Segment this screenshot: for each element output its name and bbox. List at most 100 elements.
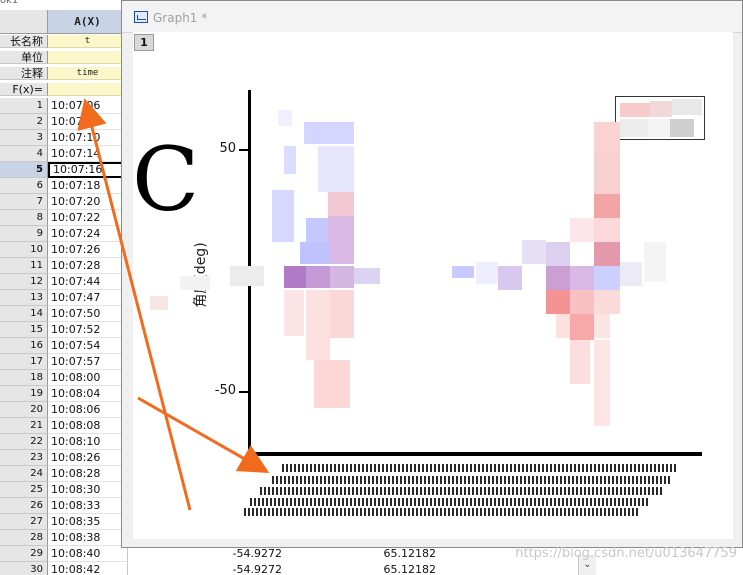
table-row[interactable]: 10 10:07:26 (0, 242, 128, 258)
row-number[interactable]: 9 (0, 226, 48, 242)
cell-time[interactable]: 10:07:16 (48, 162, 128, 178)
x-axis-line[interactable] (248, 452, 702, 456)
cell-time[interactable]: 10:07:28 (48, 258, 128, 274)
cell-time[interactable]: 10:08:42 (48, 562, 128, 575)
meta-value[interactable]: t (48, 35, 128, 48)
table-row[interactable]: 14 10:07:50 (0, 306, 128, 322)
table-row[interactable]: 24 10:08:28 (0, 466, 128, 482)
row-number[interactable]: 6 (0, 178, 48, 194)
cell-time[interactable]: 10:07:06 (48, 98, 128, 114)
cell-time[interactable]: 10:07:08 (48, 114, 128, 130)
row-number[interactable]: 28 (0, 530, 48, 546)
row-number[interactable]: 29 (0, 546, 48, 562)
row-number[interactable]: 24 (0, 466, 48, 482)
table-row[interactable]: 22 10:08:10 (0, 434, 128, 450)
graph-titlebar[interactable]: Graph1 * (122, 1, 742, 33)
table-row[interactable]: 11 10:07:28 (0, 258, 128, 274)
table-row[interactable]: 30 10:08:42 (0, 562, 128, 575)
table-row[interactable]: 20 10:08:06 (0, 402, 128, 418)
table-row[interactable]: 8 10:07:22 (0, 210, 128, 226)
table-row[interactable]: 1 10:07:06 (0, 98, 128, 114)
row-number[interactable]: 21 (0, 418, 48, 434)
cell-time[interactable]: 10:08:38 (48, 530, 128, 546)
row-number[interactable]: 2 (0, 114, 48, 130)
cell-time[interactable]: 10:08:04 (48, 386, 128, 402)
row-number[interactable]: 25 (0, 482, 48, 498)
cell-time[interactable]: 10:07:57 (48, 354, 128, 370)
cell-time[interactable]: 10:08:40 (48, 546, 128, 562)
cell-time[interactable]: 10:07:54 (48, 338, 128, 354)
cell-time[interactable]: 10:08:26 (48, 450, 128, 466)
table-row[interactable]: 17 10:07:57 (0, 354, 128, 370)
table-row[interactable]: 18 10:08:00 (0, 370, 128, 386)
cell-time[interactable]: 10:08:35 (48, 514, 128, 530)
cell-time[interactable]: 10:08:33 (48, 498, 128, 514)
row-number[interactable]: 12 (0, 274, 48, 290)
table-row[interactable]: 5 10:07:16 (0, 162, 128, 178)
y-axis-label[interactable]: 角度(deg) (190, 215, 210, 335)
row-number[interactable]: 30 (0, 562, 48, 575)
row-number[interactable]: 10 (0, 242, 48, 258)
table-row[interactable]: 27 10:08:35 (0, 514, 128, 530)
column-a-header[interactable]: A(X) (48, 10, 128, 34)
cell-time[interactable]: 10:07:50 (48, 306, 128, 322)
row-number[interactable]: 23 (0, 450, 48, 466)
cell-column-c[interactable]: 65.12182 (286, 562, 437, 575)
row-number[interactable]: 26 (0, 498, 48, 514)
table-row[interactable]: 7 10:07:20 (0, 194, 128, 210)
cell-time[interactable]: 10:08:30 (48, 482, 128, 498)
table-row[interactable]: 3 10:07:10 (0, 130, 128, 146)
row-number[interactable]: 4 (0, 146, 48, 162)
cell-time[interactable]: 10:07:26 (48, 242, 128, 258)
table-row[interactable]: 23 10:08:26 (0, 450, 128, 466)
row-number[interactable]: 3 (0, 130, 48, 146)
layer-tab[interactable]: 1 (134, 34, 154, 51)
row-number[interactable]: 13 (0, 290, 48, 306)
row-number[interactable]: 17 (0, 354, 48, 370)
row-number[interactable]: 16 (0, 338, 48, 354)
cell-time[interactable]: 10:08:06 (48, 402, 128, 418)
cell-time[interactable]: 10:08:08 (48, 418, 128, 434)
cell-column-b[interactable]: -54.9272 (132, 546, 282, 562)
table-row[interactable]: 12 10:07:44 (0, 274, 128, 290)
meta-value[interactable] (48, 83, 128, 96)
table-row[interactable]: 16 10:07:54 (0, 338, 128, 354)
row-number[interactable]: 7 (0, 194, 48, 210)
cell-time[interactable]: 10:07:44 (48, 274, 128, 290)
table-row[interactable]: 6 10:07:18 (0, 178, 128, 194)
cell-time[interactable]: 10:08:28 (48, 466, 128, 482)
meta-value[interactable] (48, 51, 128, 64)
row-number[interactable]: 5 (0, 162, 48, 178)
worksheet-corner-cell[interactable] (0, 10, 48, 34)
table-row[interactable]: 21 10:08:08 (0, 418, 128, 434)
cell-time[interactable]: 10:07:24 (48, 226, 128, 242)
row-number[interactable]: 1 (0, 98, 48, 114)
row-number[interactable]: 8 (0, 210, 48, 226)
cell-time[interactable]: 10:07:22 (48, 210, 128, 226)
table-row[interactable]: 15 10:07:52 (0, 322, 128, 338)
cell-time[interactable]: 10:08:10 (48, 434, 128, 450)
row-number[interactable]: 14 (0, 306, 48, 322)
table-row[interactable]: 26 10:08:33 (0, 498, 128, 514)
table-row[interactable]: 25 10:08:30 (0, 482, 128, 498)
table-row[interactable]: 2 10:07:08 (0, 114, 128, 130)
table-row[interactable]: 19 10:08:04 (0, 386, 128, 402)
table-row[interactable]: 28 10:08:38 (0, 530, 128, 546)
row-number[interactable]: 27 (0, 514, 48, 530)
cell-column-b[interactable]: -54.9272 (132, 562, 282, 575)
cell-time[interactable]: 10:07:52 (48, 322, 128, 338)
row-number[interactable]: 18 (0, 370, 48, 386)
row-number[interactable]: 20 (0, 402, 48, 418)
row-number[interactable]: 11 (0, 258, 48, 274)
legend-box[interactable] (615, 96, 705, 140)
row-number[interactable]: 22 (0, 434, 48, 450)
row-number[interactable]: 15 (0, 322, 48, 338)
cell-time[interactable]: 10:07:47 (48, 290, 128, 306)
cell-time[interactable]: 10:07:20 (48, 194, 128, 210)
table-row[interactable]: 13 10:07:47 (0, 290, 128, 306)
cell-time[interactable]: 10:08:00 (48, 370, 128, 386)
meta-value[interactable]: time (48, 67, 128, 80)
cell-column-c[interactable]: 65.12182 (286, 546, 437, 562)
cell-time[interactable]: 10:07:18 (48, 178, 128, 194)
cell-time[interactable]: 10:07:14 (48, 146, 128, 162)
